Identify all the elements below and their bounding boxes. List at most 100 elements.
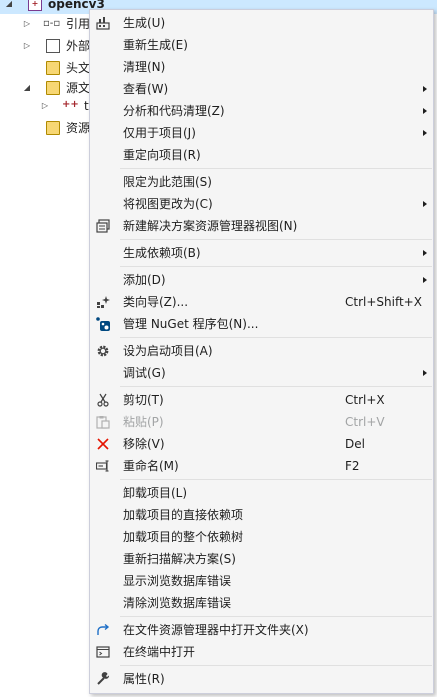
menu-item-manage-nuget[interactable]: 管理 NuGet 程序包(N)... — [90, 313, 433, 335]
menu-item-rebuild[interactable]: 重新生成(E) — [90, 34, 433, 56]
submenu-arrow-icon — [423, 250, 427, 256]
menu-item-rename[interactable]: 重命名(M) F2 — [90, 455, 433, 477]
submenu-arrow-icon — [423, 370, 427, 376]
submenu-arrow-icon — [423, 108, 427, 114]
menu-item-shortcut: Del — [345, 437, 365, 451]
menu-item-shortcut: Ctrl+V — [345, 415, 385, 429]
menu-item-label: 设为启动项目(A) — [123, 344, 213, 358]
menu-item-load-direct-deps[interactable]: 加载项目的直接依赖项 — [90, 504, 433, 526]
menu-separator — [120, 386, 432, 387]
menu-item-label: 在文件资源管理器中打开文件夹(X) — [123, 623, 309, 637]
menu-item-shortcut: Ctrl+Shift+X — [345, 295, 422, 309]
menu-item-rescan-solution[interactable]: 重新扫描解决方案(S) — [90, 548, 433, 570]
menu-item-label: 重新生成(E) — [123, 38, 188, 52]
menu-item-retarget[interactable]: 重定向项目(R) — [90, 144, 433, 166]
menu-separator — [120, 337, 432, 338]
menu-item-properties[interactable]: 属性(R) — [90, 668, 433, 690]
submenu-arrow-icon — [423, 277, 427, 283]
filter-folder-icon — [46, 61, 60, 75]
cpp-file-icon: ++ — [62, 99, 79, 110]
menu-item-open-in-terminal[interactable]: 在终端中打开 — [90, 641, 433, 663]
menu-item-label: 在终端中打开 — [123, 645, 196, 659]
cpp-project-icon: + — [28, 0, 42, 11]
menu-separator — [120, 665, 432, 666]
menu-item-label: 卸载项目(L) — [123, 486, 188, 500]
terminal-icon — [96, 646, 110, 658]
menu-item-label: 清除浏览数据库错误 — [123, 596, 232, 610]
paste-icon — [96, 416, 110, 429]
remove-x-icon — [97, 438, 109, 450]
menu-item-label: 管理 NuGet 程序包(N)... — [123, 317, 259, 331]
menu-item-label: 加载项目的整个依赖树 — [123, 530, 244, 544]
menu-item-change-view[interactable]: 将视图更改为(C) — [90, 193, 433, 215]
external-deps-icon — [46, 39, 60, 53]
submenu-arrow-icon — [423, 201, 427, 207]
menu-item-label: 粘贴(P) — [123, 415, 164, 429]
scissors-icon — [97, 393, 109, 407]
menu-item-unload-project[interactable]: 卸载项目(L) — [90, 482, 433, 504]
menu-item-label: 限定为此范围(S) — [123, 175, 212, 189]
expand-arrow-icon[interactable]: ▷ — [22, 14, 32, 34]
build-icon — [96, 17, 110, 30]
menu-item-remove[interactable]: 移除(V) Del — [90, 433, 433, 455]
rename-icon — [96, 460, 109, 472]
nuget-icon — [96, 317, 110, 331]
submenu-arrow-icon — [423, 130, 427, 136]
menu-item-view[interactable]: 查看(W) — [90, 78, 433, 100]
tree-item-label: 资源 — [66, 121, 91, 135]
expand-arrow-icon[interactable]: ▷ — [22, 36, 32, 56]
menu-item-scope-to-this[interactable]: 限定为此范围(S) — [90, 171, 433, 193]
menu-item-project-only[interactable]: 仅用于项目(J) — [90, 122, 433, 144]
menu-item-set-startup[interactable]: 设为启动项目(A) — [90, 340, 433, 362]
menu-item-clear-browse-db-errors[interactable]: 清除浏览数据库错误 — [90, 592, 433, 614]
menu-item-label: 将视图更改为(C) — [123, 197, 213, 211]
menu-item-label: 类向导(Z)... — [123, 295, 189, 309]
menu-item-label: 显示浏览数据库错误 — [123, 574, 232, 588]
menu-item-clean[interactable]: 清理(N) — [90, 56, 433, 78]
menu-item-label: 生成(U) — [123, 16, 166, 30]
menu-item-class-wizard[interactable]: 类向导(Z)... Ctrl+Shift+X — [90, 291, 433, 313]
menu-item-new-explorer-view[interactable]: 新建解决方案资源管理器视图(N) — [90, 215, 433, 237]
new-view-icon — [96, 219, 110, 233]
menu-item-paste[interactable]: 粘贴(P) Ctrl+V — [90, 411, 433, 433]
menu-item-label: 添加(D) — [123, 273, 166, 287]
tree-item-label: t — [84, 99, 89, 113]
menu-separator — [120, 239, 432, 240]
menu-item-build-dependencies[interactable]: 生成依赖项(B) — [90, 242, 433, 264]
references-icon: ▫-▫ — [43, 18, 61, 29]
menu-item-label: 新建解决方案资源管理器视图(N) — [123, 219, 298, 233]
menu-item-label: 重命名(M) — [123, 459, 179, 473]
wrench-icon — [97, 672, 110, 685]
open-folder-arrow-icon — [97, 623, 110, 635]
menu-item-label: 生成依赖项(B) — [123, 246, 201, 260]
menu-item-debug[interactable]: 调试(G) — [90, 362, 433, 384]
menu-item-label: 调试(G) — [123, 366, 166, 380]
menu-item-analyze[interactable]: 分析和代码清理(Z) — [90, 100, 433, 122]
menu-separator — [120, 616, 432, 617]
collapse-arrow-icon[interactable]: ◢ — [4, 0, 14, 14]
menu-item-label: 重定向项目(R) — [123, 148, 201, 162]
tree-item-label: 外部 — [66, 39, 91, 53]
gear-icon — [97, 345, 109, 357]
collapse-arrow-icon[interactable]: ◢ — [22, 78, 32, 98]
menu-item-add[interactable]: 添加(D) — [90, 269, 433, 291]
project-context-menu: 生成(U) 重新生成(E) 清理(N) 查看(W) 分析和代码清理(Z) 仅用于… — [89, 9, 434, 694]
menu-item-load-dep-tree[interactable]: 加载项目的整个依赖树 — [90, 526, 433, 548]
menu-item-cut[interactable]: 剪切(T) Ctrl+X — [90, 389, 433, 411]
filter-folder-open-icon — [46, 81, 60, 95]
menu-separator — [120, 168, 432, 169]
menu-item-shortcut: F2 — [345, 459, 360, 473]
filter-folder-icon — [46, 121, 60, 135]
menu-item-show-browse-db-errors[interactable]: 显示浏览数据库错误 — [90, 570, 433, 592]
menu-separator — [120, 266, 432, 267]
menu-item-label: 属性(R) — [123, 672, 165, 686]
menu-item-label: 仅用于项目(J) — [123, 126, 196, 140]
menu-item-label: 加载项目的直接依赖项 — [123, 508, 244, 522]
menu-item-label: 清理(N) — [123, 60, 166, 74]
menu-item-open-in-explorer[interactable]: 在文件资源管理器中打开文件夹(X) — [90, 619, 433, 641]
menu-item-build[interactable]: 生成(U) — [90, 12, 433, 34]
menu-item-label: 移除(V) — [123, 437, 165, 451]
menu-item-shortcut: Ctrl+X — [345, 393, 385, 407]
expand-arrow-icon[interactable]: ▷ — [40, 96, 50, 116]
tree-item-label: 源文 — [66, 81, 91, 95]
